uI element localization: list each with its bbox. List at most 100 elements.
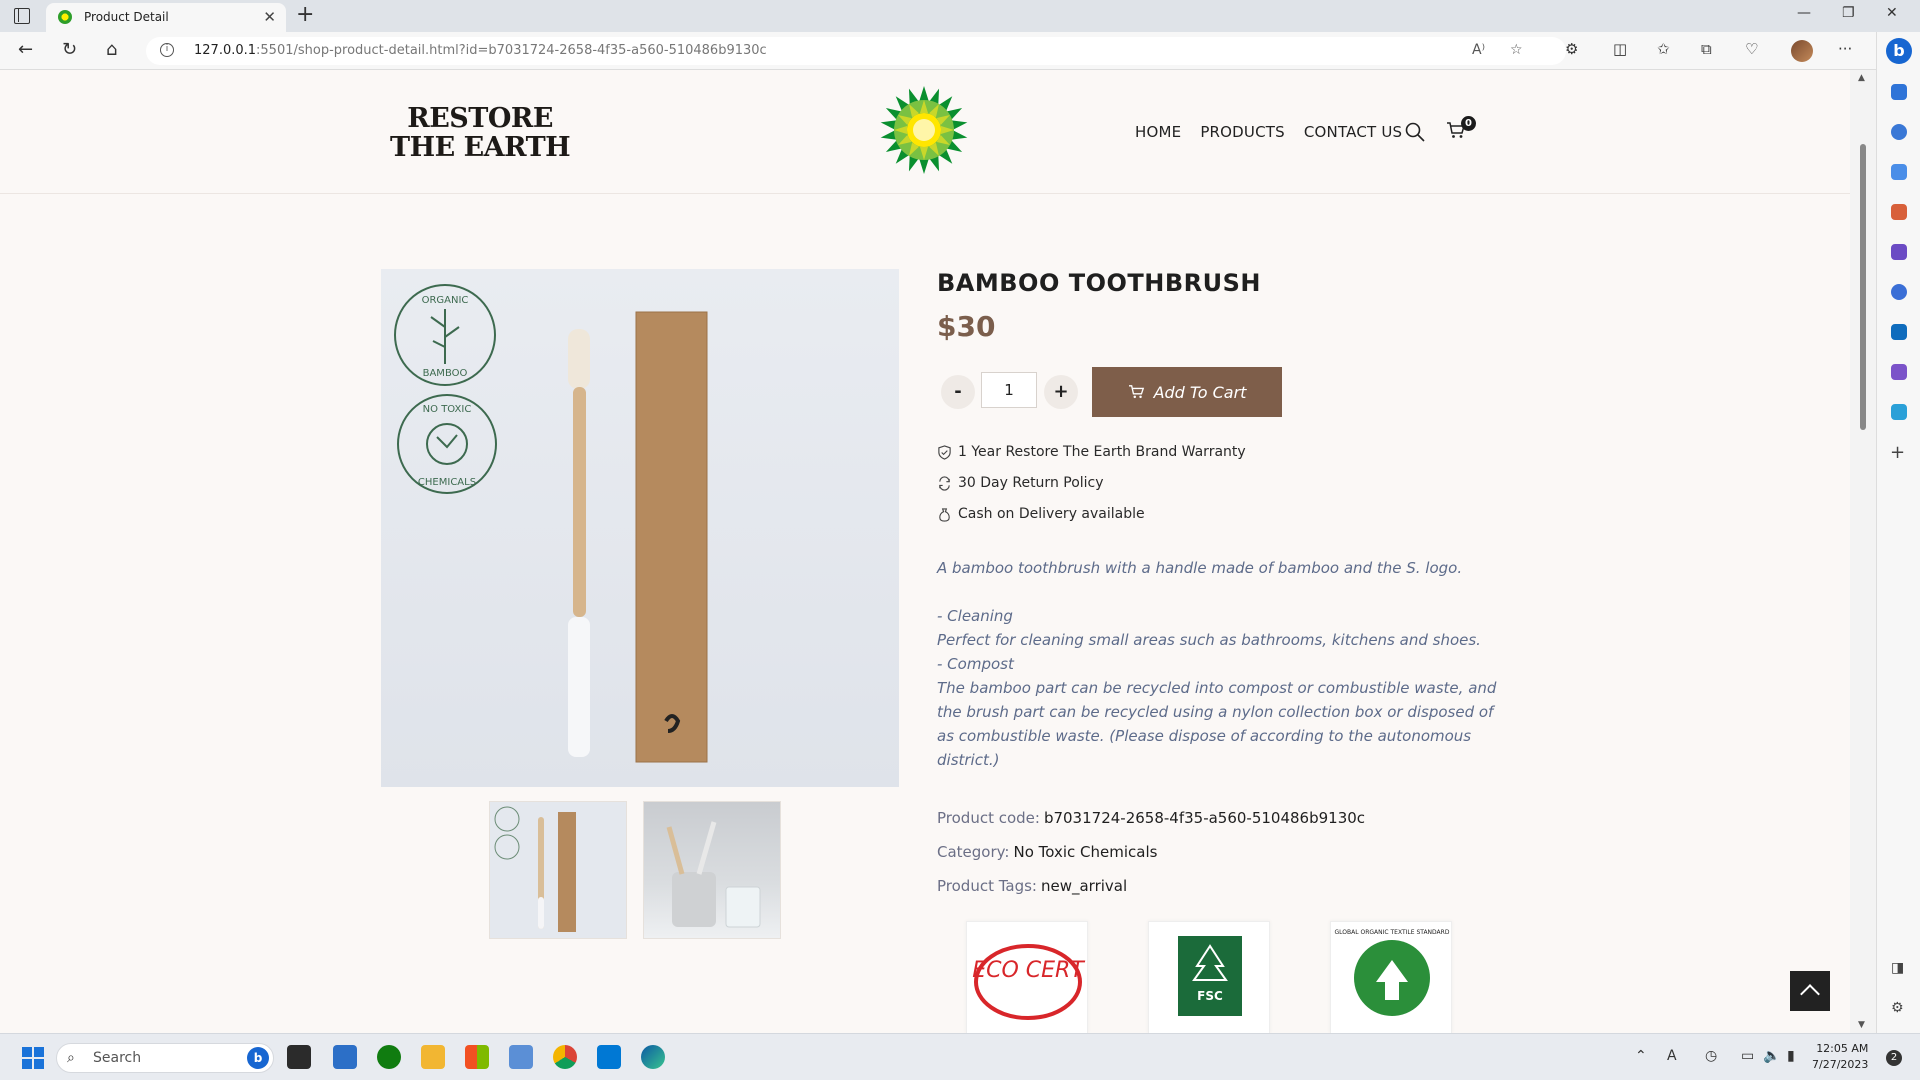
- microsoft365-icon[interactable]: [1891, 284, 1907, 300]
- thumbnail-1-image: [494, 806, 576, 932]
- taskbar-search[interactable]: ⌕ Search b: [56, 1043, 274, 1073]
- home-icon[interactable]: ⌂: [106, 39, 117, 60]
- back-icon[interactable]: ←: [18, 39, 33, 60]
- more-menu-icon[interactable]: ···: [1838, 40, 1852, 58]
- product-price: $30: [937, 310, 996, 343]
- main-nav: HOME PRODUCTS CONTACT US: [1135, 123, 1402, 141]
- sidebar-settings-icon[interactable]: ⚙: [1891, 1000, 1904, 1016]
- product-title: BAMBOO TOOTHBRUSH: [937, 269, 1261, 297]
- clock-sync-icon[interactable]: ◷: [1705, 1048, 1717, 1064]
- product-main-image[interactable]: ORGANIC BAMBOO NO TOXIC CHEMICALS ORGANI…: [381, 269, 899, 787]
- network-icon[interactable]: ▭: [1741, 1048, 1754, 1064]
- gots-text: GLOBAL ORGANIC TEXTILE STANDARD: [1335, 929, 1450, 936]
- scroll-thumb[interactable]: [1860, 144, 1866, 430]
- scroll-up-icon[interactable]: ▲: [1858, 73, 1865, 83]
- product-code: Product code: b7031724-2658-4f35-a560-510…: [937, 809, 1365, 827]
- shield-check-icon: [938, 444, 951, 460]
- notifications-icon[interactable]: [1891, 84, 1907, 100]
- favorites-icon[interactable]: ✩: [1657, 40, 1670, 58]
- taskbar-clock[interactable]: 12:05 AM 7/27/2023: [1812, 1041, 1868, 1073]
- task-view-icon[interactable]: [287, 1045, 311, 1069]
- extensions-icon[interactable]: ⚙: [1565, 40, 1578, 58]
- split-screen-icon[interactable]: ◫: [1613, 40, 1627, 58]
- language-icon[interactable]: A: [1667, 1048, 1677, 1064]
- qty-decrease-button[interactable]: -: [941, 375, 975, 409]
- photos-icon[interactable]: [509, 1045, 533, 1069]
- tab-title: Product Detail: [84, 10, 169, 24]
- feature-warranty-text: 1 Year Restore The Earth Brand Warranty: [958, 444, 1246, 460]
- nav-products[interactable]: PRODUCTS: [1200, 123, 1285, 141]
- xbox-icon[interactable]: [377, 1045, 401, 1069]
- url-field[interactable]: i 127.0.0.1:5501/shop-product-detail.htm…: [146, 37, 1566, 65]
- edge-icon[interactable]: [641, 1045, 665, 1069]
- qty-increase-button[interactable]: +: [1044, 375, 1078, 409]
- back-to-top-button[interactable]: [1790, 971, 1830, 1011]
- add-cart-icon: [1128, 385, 1144, 399]
- battery-icon[interactable]: ▮: [1787, 1048, 1795, 1064]
- windows-taskbar: ⌕ Search b ⌃ A ◷ ▭ 🔈 ▮ 12:05 AM 7/27/202…: [0, 1033, 1920, 1080]
- description-heading-compost: - Compost: [937, 655, 1014, 673]
- collections-icon[interactable]: ⧉: [1701, 40, 1712, 58]
- search-icon[interactable]: [1405, 122, 1425, 142]
- address-bar-row: ← ↻ ⌂ i 127.0.0.1:5501/shop-product-deta…: [0, 32, 1920, 70]
- product-tags-value[interactable]: new_arrival: [1041, 877, 1127, 895]
- sun-flower-logo-icon[interactable]: [880, 86, 968, 174]
- taskbar-search-placeholder: Search: [93, 1050, 142, 1066]
- product-thumbnail-2[interactable]: [643, 801, 781, 939]
- games-icon[interactable]: [1891, 244, 1907, 260]
- browser-essentials-icon[interactable]: ♡: [1745, 40, 1758, 58]
- tray-overflow-icon[interactable]: ⌃: [1635, 1048, 1647, 1064]
- tab-actions-icon[interactable]: [14, 8, 30, 24]
- site-info-icon[interactable]: i: [160, 43, 174, 57]
- drop-icon[interactable]: [1891, 404, 1907, 420]
- search-side-icon[interactable]: [1891, 124, 1907, 140]
- windows-start-icon[interactable]: [22, 1047, 44, 1069]
- minimize-icon[interactable]: —: [1797, 5, 1811, 21]
- tab-favicon-icon: [58, 10, 72, 24]
- tab-close-icon[interactable]: ✕: [263, 8, 276, 26]
- shopping-icon[interactable]: [1891, 164, 1907, 180]
- add-to-cart-label: Add To Cart: [1153, 382, 1247, 402]
- copilot-icon[interactable]: b: [1886, 38, 1912, 64]
- return-arrows-icon: [939, 475, 950, 491]
- scroll-down-icon[interactable]: ▼: [1858, 1020, 1865, 1030]
- clock-time: 12:05 AM: [1816, 1042, 1869, 1055]
- refresh-icon[interactable]: ↻: [62, 39, 77, 60]
- product-code-value: b7031724-2658-4f35-a560-510486b9130c: [1043, 809, 1366, 827]
- taskbar-bing-icon[interactable]: b: [247, 1047, 269, 1069]
- feature-cod: Cash on Delivery available: [937, 506, 1145, 522]
- add-to-cart-button[interactable]: Add To Cart: [1092, 367, 1282, 417]
- store-icon[interactable]: [333, 1045, 357, 1069]
- close-window-icon[interactable]: ✕: [1886, 5, 1898, 21]
- product-tags-label: Product Tags:: [937, 877, 1037, 895]
- nav-home[interactable]: HOME: [1135, 123, 1181, 141]
- file-explorer-icon[interactable]: [421, 1045, 445, 1069]
- site-logo[interactable]: RESTORE THE EARTH: [390, 104, 571, 162]
- sidebar-panel-icon[interactable]: ◨: [1891, 960, 1904, 976]
- new-tab-icon[interactable]: +: [296, 2, 314, 27]
- browser-tab-bar: Product Detail ✕ + — ❐ ✕: [0, 0, 1920, 32]
- profile-avatar[interactable]: [1791, 40, 1813, 62]
- feature-return-text: 30 Day Return Policy: [958, 475, 1104, 491]
- office-icon[interactable]: [465, 1045, 489, 1069]
- browser-tab-active[interactable]: Product Detail ✕: [46, 3, 286, 32]
- volume-icon[interactable]: 🔈: [1763, 1048, 1780, 1064]
- outlook-icon[interactable]: [1891, 324, 1907, 340]
- designer-icon[interactable]: [1891, 364, 1907, 380]
- product-category-value[interactable]: No Toxic Chemicals: [1013, 843, 1157, 861]
- site-header: RESTORE THE EARTH HOME PRODUCTS CONTACT …: [0, 70, 1850, 194]
- restore-icon[interactable]: ❐: [1842, 5, 1855, 21]
- product-thumbnail-1[interactable]: [489, 801, 627, 939]
- notification-count-badge[interactable]: 2: [1886, 1050, 1902, 1066]
- chrome-icon[interactable]: [553, 1045, 577, 1069]
- page-scrollbar[interactable]: ▲ ▼: [1850, 70, 1876, 1033]
- product-tags: Product Tags: new_arrival: [937, 877, 1127, 895]
- quantity-input[interactable]: [981, 372, 1037, 408]
- favorite-star-icon[interactable]: ☆: [1510, 42, 1523, 58]
- nav-contact-us[interactable]: CONTACT US: [1304, 123, 1402, 141]
- vscode-icon[interactable]: [597, 1045, 621, 1069]
- tools-icon[interactable]: [1891, 204, 1907, 220]
- read-aloud-icon[interactable]: A⁾: [1472, 42, 1485, 58]
- add-sidebar-app-icon[interactable]: +: [1890, 442, 1905, 463]
- toothbrush-illustration: [394, 284, 708, 763]
